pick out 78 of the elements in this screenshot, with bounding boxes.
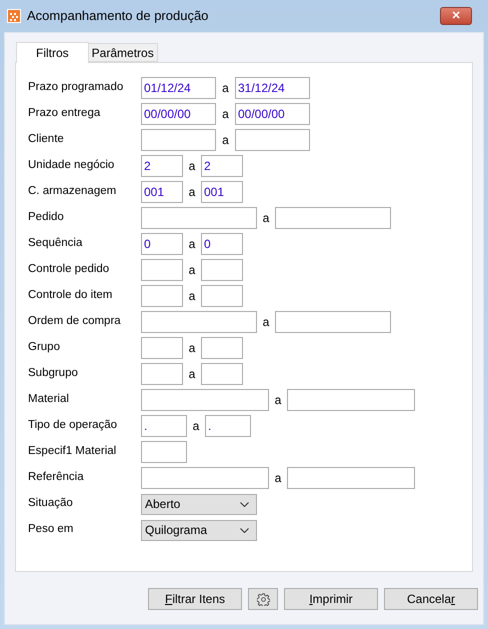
input-field[interactable] [201, 285, 243, 307]
input-field[interactable] [287, 389, 415, 411]
input-field[interactable]: 0 [141, 233, 183, 255]
input-field[interactable] [201, 259, 243, 281]
input-field[interactable]: . [205, 415, 251, 437]
input-field[interactable]: 2 [141, 155, 183, 177]
field-label: Controle pedido [28, 262, 110, 278]
range-separator: a [262, 210, 270, 227]
app-icon [7, 9, 21, 23]
field-label: Especif1 Material [28, 444, 118, 460]
action-button[interactable]: Imprimir [284, 588, 378, 610]
input-field[interactable] [275, 207, 391, 229]
input-field[interactable]: . [141, 415, 187, 437]
input-field[interactable] [141, 467, 269, 489]
input-field[interactable]: 001 [141, 181, 183, 203]
field-label: Referência [28, 470, 85, 486]
field-label: Ordem de compra [28, 314, 122, 330]
field-label: Sequência [28, 236, 84, 252]
range-separator: a [188, 184, 196, 201]
range-separator: a [221, 106, 230, 123]
field-label: C. armazenagem [28, 184, 118, 200]
input-field[interactable]: 00/00/00 [141, 103, 216, 125]
range-separator: a [188, 236, 196, 253]
field-label: Grupo [28, 340, 61, 356]
range-separator: a [274, 392, 282, 409]
field-label: Pedido [28, 210, 65, 226]
field-label: Prazo programado [28, 80, 124, 96]
range-separator: a [262, 314, 270, 331]
chevron-down-icon [240, 502, 249, 506]
action-button[interactable]: Filtrar Itens [148, 588, 242, 610]
field-label: Tipo de operação [28, 418, 118, 434]
field-label: Controle do item [28, 288, 114, 304]
settings-icon [256, 592, 270, 606]
input-field[interactable] [141, 337, 183, 359]
field-label: Subgrupo [28, 366, 79, 382]
field-label: Situação [28, 496, 74, 512]
close-button[interactable]: ✕ [440, 7, 472, 25]
input-field[interactable]: 2 [201, 155, 243, 177]
input-field[interactable] [141, 363, 183, 385]
tab[interactable]: Parâmetros [88, 43, 158, 62]
range-separator: a [188, 158, 196, 175]
input-field[interactable] [141, 285, 183, 307]
field-label: Prazo entrega [28, 106, 102, 122]
range-separator: a [188, 288, 196, 305]
range-separator: a [274, 470, 282, 487]
range-separator: a [188, 340, 196, 357]
input-field[interactable]: 0 [201, 233, 243, 255]
range-separator: a [221, 132, 230, 149]
input-field[interactable] [141, 129, 216, 151]
input-field[interactable] [235, 129, 310, 151]
input-field[interactable] [141, 259, 183, 281]
field-label: Peso em [28, 522, 74, 538]
settings-button[interactable] [248, 588, 278, 610]
input-field[interactable] [287, 467, 415, 489]
input-field[interactable] [141, 389, 269, 411]
input-field[interactable] [141, 441, 187, 463]
chevron-down-icon [240, 528, 249, 532]
input-field[interactable]: 01/12/24 [141, 77, 216, 99]
input-field[interactable] [141, 207, 257, 229]
tab[interactable]: Filtros [16, 42, 89, 63]
window-title: Acompanhamento de produção [27, 7, 208, 26]
input-field[interactable] [201, 337, 243, 359]
dropdown[interactable]: Quilograma [141, 520, 257, 540]
action-button[interactable]: Cancelar [384, 588, 478, 610]
field-label: Cliente [28, 132, 65, 148]
field-label: Unidade negócio [28, 158, 116, 174]
field-label: Material [28, 392, 70, 408]
range-separator: a [188, 366, 196, 383]
range-separator: a [192, 418, 200, 435]
input-field[interactable]: 31/12/24 [235, 77, 310, 99]
input-field[interactable]: 00/00/00 [235, 103, 310, 125]
input-field[interactable] [201, 363, 243, 385]
dropdown[interactable]: Aberto [141, 494, 257, 514]
range-separator: a [188, 262, 196, 279]
input-field[interactable] [275, 311, 391, 333]
input-field[interactable]: 001 [201, 181, 243, 203]
input-field[interactable] [141, 311, 257, 333]
range-separator: a [221, 80, 230, 97]
